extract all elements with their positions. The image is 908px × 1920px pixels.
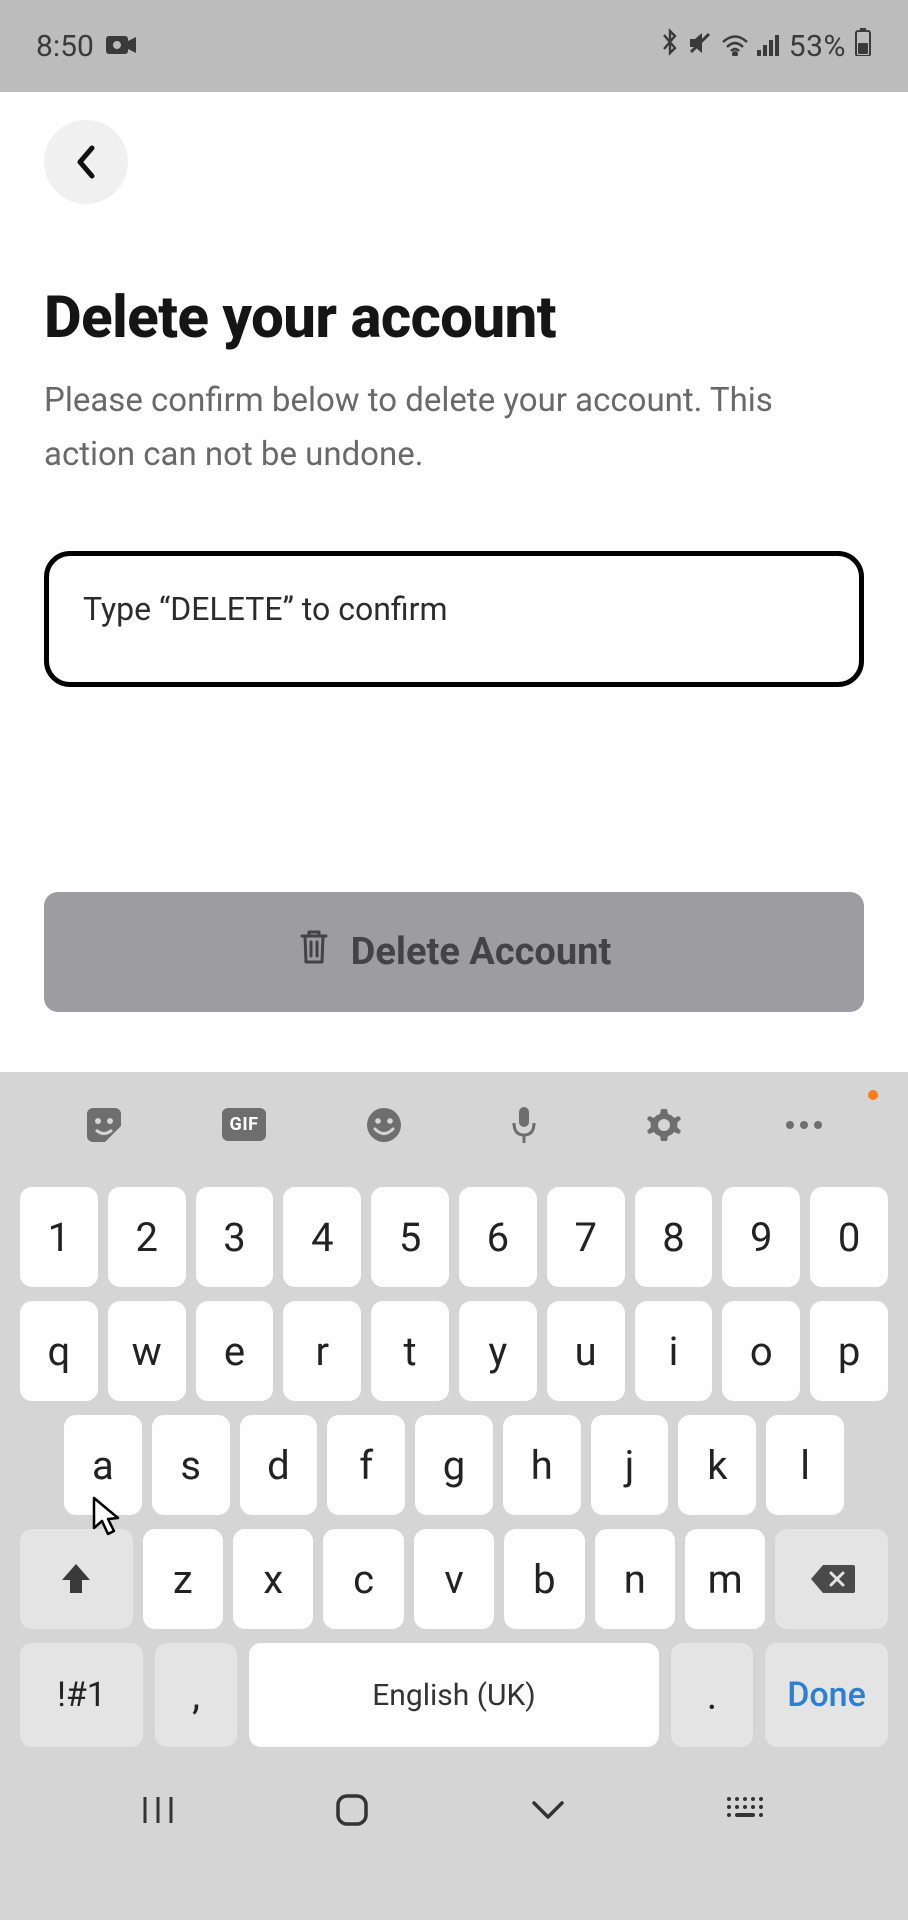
key-s[interactable]: s [152,1415,230,1515]
key-w[interactable]: w [108,1301,186,1401]
key-j[interactable]: j [591,1415,669,1515]
key-q[interactable]: q [20,1301,98,1401]
keyboard-row-q: q w e r t y u i o p [20,1301,888,1401]
notification-dot [868,1090,878,1100]
wifi-icon [721,29,749,64]
status-time: 8:50 [36,29,94,64]
key-v[interactable]: v [414,1529,494,1629]
keyboard-row-bottom: !#1 , English (UK) . Done [20,1643,888,1747]
key-e[interactable]: e [196,1301,274,1401]
keyboard-toolbar: GIF [0,1072,908,1177]
key-f[interactable]: f [327,1415,405,1515]
recording-icon [106,29,136,64]
bluetooth-icon [661,28,679,64]
key-8[interactable]: 8 [635,1187,713,1287]
delete-account-button[interactable]: Delete Account [44,892,864,1012]
key-y[interactable]: y [459,1301,537,1401]
more-icon[interactable] [782,1103,826,1147]
back-button[interactable] [44,120,128,204]
key-backspace[interactable] [775,1529,888,1629]
key-1[interactable]: 1 [20,1187,98,1287]
key-t[interactable]: t [371,1301,449,1401]
signal-icon [757,29,781,64]
key-2[interactable]: 2 [108,1187,186,1287]
keyboard-row-numbers: 1 2 3 4 5 6 7 8 9 0 [20,1187,888,1287]
key-3[interactable]: 3 [196,1187,274,1287]
key-l[interactable]: l [766,1415,844,1515]
key-space[interactable]: English (UK) [249,1643,659,1747]
keyboard-row-a: a s d f g h j k l [20,1415,888,1515]
settings-icon[interactable] [642,1103,686,1147]
key-d[interactable]: d [240,1415,318,1515]
key-done[interactable]: Done [765,1643,888,1747]
nav-back[interactable] [528,1797,568,1827]
key-symbols[interactable]: !#1 [20,1643,143,1747]
emoji-icon[interactable] [362,1103,406,1147]
key-shift[interactable] [20,1529,133,1629]
keyboard: GIF 1 2 3 4 5 6 7 [0,1072,908,1920]
key-u[interactable]: u [547,1301,625,1401]
key-i[interactable]: i [635,1301,713,1401]
nav-recent[interactable] [139,1793,177,1831]
shift-icon [59,1561,93,1597]
key-r[interactable]: r [283,1301,361,1401]
page-title: Delete your account [44,284,864,352]
page-subtitle: Please confirm below to delete your acco… [44,374,864,483]
key-g[interactable]: g [415,1415,493,1515]
key-5[interactable]: 5 [371,1187,449,1287]
key-6[interactable]: 6 [459,1187,537,1287]
key-p[interactable]: p [810,1301,888,1401]
keyboard-row-z: z x c v b n m [20,1529,888,1629]
status-bar: 8:50 53% [0,0,908,92]
key-4[interactable]: 4 [283,1187,361,1287]
trash-icon [297,928,331,976]
key-9[interactable]: 9 [722,1187,800,1287]
battery-icon [854,28,872,64]
key-n[interactable]: n [595,1529,675,1629]
backspace-icon [809,1563,855,1595]
mute-icon [687,29,713,64]
key-h[interactable]: h [503,1415,581,1515]
key-b[interactable]: b [504,1529,584,1629]
delete-confirm-input[interactable] [44,551,864,687]
key-a[interactable]: a [64,1415,142,1515]
key-k[interactable]: k [678,1415,756,1515]
key-0[interactable]: 0 [810,1187,888,1287]
key-period[interactable]: . [671,1643,753,1747]
key-x[interactable]: x [233,1529,313,1629]
nav-keyboard-toggle[interactable] [725,1795,769,1829]
chevron-left-icon [72,142,100,182]
mic-icon[interactable] [502,1103,546,1147]
navigation-bar [0,1755,908,1869]
nav-home[interactable] [334,1792,370,1832]
key-7[interactable]: 7 [547,1187,625,1287]
key-z[interactable]: z [143,1529,223,1629]
key-c[interactable]: c [323,1529,403,1629]
key-m[interactable]: m [685,1529,765,1629]
sticker-icon[interactable] [82,1103,126,1147]
content-area: Delete your account Please confirm below… [0,92,908,1072]
delete-button-label: Delete Account [351,930,612,974]
gif-icon[interactable]: GIF [222,1103,266,1147]
battery-percent: 53% [789,29,846,64]
key-o[interactable]: o [722,1301,800,1401]
key-comma[interactable]: , [155,1643,237,1747]
